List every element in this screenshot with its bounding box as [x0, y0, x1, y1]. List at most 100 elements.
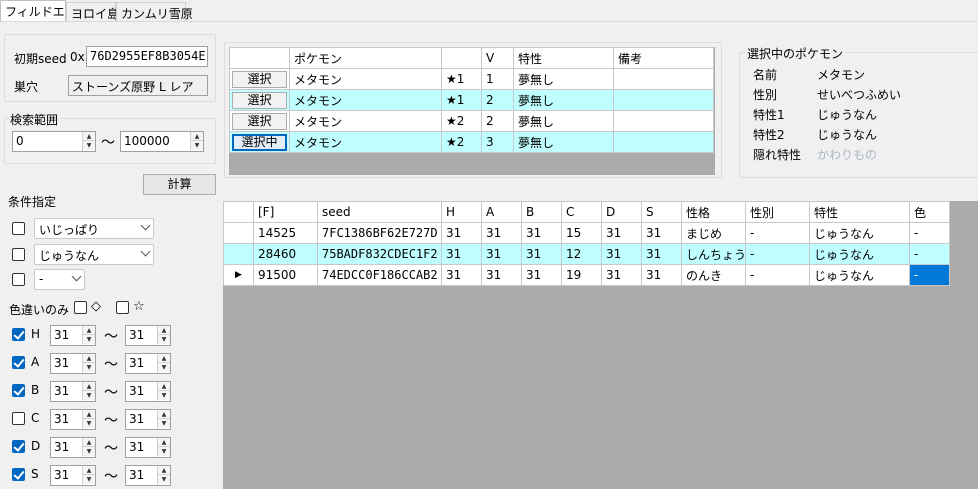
spin-up-icon[interactable]: ▲	[83, 326, 95, 335]
range-from-input[interactable]: 0 ▲ ▼	[12, 131, 96, 152]
range-from-value: 0	[16, 134, 24, 148]
iv-max-input[interactable]: 31 ▲ ▼	[125, 381, 171, 402]
tab-field-area[interactable]: フィルドエリア	[0, 0, 89, 22]
spin-up-icon[interactable]: ▲	[158, 410, 170, 419]
iv-max-input[interactable]: 31 ▲ ▼	[125, 353, 171, 374]
note-cell	[613, 68, 714, 90]
row-indicator: ▶	[223, 264, 254, 286]
iv-max-input[interactable]: 31 ▲ ▼	[125, 437, 171, 458]
results-header: 性格	[681, 201, 746, 223]
spin-down-icon[interactable]: ▼	[158, 363, 170, 372]
pokemon-row[interactable]: 選択 メタモン ★2 2 夢無し	[229, 110, 714, 132]
pokemon-row[interactable]: 選択 メタモン ★1 1 夢無し	[229, 68, 714, 90]
spin-down-icon[interactable]: ▼	[158, 335, 170, 344]
seed-cell: 74EDCC0F186CCAB2	[317, 264, 442, 286]
spin-up-icon[interactable]: ▲	[83, 438, 95, 447]
range-to-input[interactable]: 100000 ▲ ▼	[120, 131, 204, 152]
spin-down-icon[interactable]: ▼	[83, 447, 95, 456]
gender-select[interactable]: -	[34, 269, 85, 290]
select-button[interactable]: 選択	[232, 91, 287, 109]
iv-min-input[interactable]: 31 ▲ ▼	[50, 409, 96, 430]
spin-down-icon[interactable]: ▼	[158, 419, 170, 428]
spin-up-icon[interactable]: ▲	[191, 132, 203, 141]
tab-crown-tundra[interactable]: カンムリ雪原	[116, 2, 193, 22]
pokemon-row[interactable]: 選択中 メタモン ★2 3 夢無し	[229, 131, 714, 153]
results-row[interactable]: 14525 7FC1386BF62E727D 31 31 31 15 31 31 まじめ - じゅう…	[223, 222, 950, 244]
spin-down-icon[interactable]: ▼	[158, 447, 170, 456]
spin-down-icon[interactable]: ▼	[158, 391, 170, 400]
pokemon-table-header: V	[481, 47, 514, 69]
spin-up-icon[interactable]: ▲	[83, 382, 95, 391]
rank-cell: ★2	[441, 110, 482, 132]
iv-max-value: 31	[129, 468, 145, 482]
spin-up-icon[interactable]: ▲	[158, 354, 170, 363]
frame-cell: 14525	[253, 222, 318, 244]
chevron-down-icon	[71, 271, 82, 282]
nest-label: 巣穴	[14, 80, 39, 94]
iv-min-value: 31	[54, 468, 70, 482]
name-label: 名前	[753, 68, 778, 82]
iv-s-checkbox[interactable]	[12, 468, 25, 481]
iv-max-value: 31	[129, 384, 145, 398]
spin-down-icon[interactable]: ▼	[83, 335, 95, 344]
nest-field[interactable]: ストーンズ原野 L レア	[68, 75, 208, 96]
spin-down-icon[interactable]: ▼	[191, 141, 203, 150]
spin-up-icon[interactable]: ▲	[83, 132, 95, 141]
iv-a-checkbox[interactable]	[12, 356, 25, 369]
iv-max-value: 31	[129, 328, 145, 342]
h-cell: 31	[441, 243, 482, 265]
spin-down-icon[interactable]: ▼	[83, 141, 95, 150]
iv-max-input[interactable]: 31 ▲ ▼	[125, 325, 171, 346]
star-icon: ☆	[133, 299, 145, 314]
iv-h-checkbox[interactable]	[12, 328, 25, 341]
row-indicator	[223, 243, 254, 265]
iv-max-input[interactable]: 31 ▲ ▼	[125, 409, 171, 430]
ability-select[interactable]: じゅうなん	[34, 244, 154, 265]
results-header: C	[561, 201, 602, 223]
pokemon-row[interactable]: 選択 メタモン ★1 2 夢無し	[229, 89, 714, 111]
iv-d-checkbox[interactable]	[12, 440, 25, 453]
iv-max-input[interactable]: 31 ▲ ▼	[125, 465, 171, 486]
s-cell: 31	[641, 222, 682, 244]
select-button[interactable]: 選択中	[232, 133, 287, 151]
iv-range-tilde: 〜	[104, 413, 118, 429]
spin-up-icon[interactable]: ▲	[158, 466, 170, 475]
pokemon-name-cell: メタモン	[289, 131, 442, 153]
select-button[interactable]: 選択	[232, 70, 287, 88]
results-row[interactable]: ▶ 91500 74EDCC0F186CCAB2 31 31 31 19 31 31 のんき - じゅ…	[223, 264, 950, 286]
nature-select[interactable]: いじっぱり	[34, 218, 154, 239]
spin-down-icon[interactable]: ▼	[83, 475, 95, 484]
spin-up-icon[interactable]: ▲	[158, 382, 170, 391]
iv-min-input[interactable]: 31 ▲ ▼	[50, 325, 96, 346]
spin-up-icon[interactable]: ▲	[83, 354, 95, 363]
ability-cell: 夢無し	[513, 68, 614, 90]
shiny-star-checkbox[interactable]	[116, 301, 129, 314]
shiny-diamond-checkbox[interactable]	[74, 301, 87, 314]
rank-cell: ★2	[441, 131, 482, 153]
iv-min-input[interactable]: 31 ▲ ▼	[50, 437, 96, 458]
spin-up-icon[interactable]: ▲	[83, 466, 95, 475]
gender-checkbox[interactable]	[12, 273, 25, 286]
ability-checkbox[interactable]	[12, 248, 25, 261]
spin-down-icon[interactable]: ▼	[83, 419, 95, 428]
spin-up-icon[interactable]: ▲	[158, 326, 170, 335]
tab-isle-of-armor[interactable]: ヨロイ島	[66, 2, 119, 22]
calc-button[interactable]: 計算	[143, 174, 216, 195]
iv-b-checkbox[interactable]	[12, 384, 25, 397]
iv-min-input[interactable]: 31 ▲ ▼	[50, 381, 96, 402]
iv-c-checkbox[interactable]	[12, 412, 25, 425]
results-header: 性別	[745, 201, 810, 223]
spin-down-icon[interactable]: ▼	[83, 363, 95, 372]
ability-cell: 夢無し	[513, 110, 614, 132]
nature-checkbox[interactable]	[12, 222, 25, 235]
iv-min-input[interactable]: 31 ▲ ▼	[50, 353, 96, 374]
note-cell	[613, 110, 714, 132]
seed-input[interactable]: 76D2955EF8B3054E	[86, 46, 208, 67]
spin-up-icon[interactable]: ▲	[158, 438, 170, 447]
spin-up-icon[interactable]: ▲	[83, 410, 95, 419]
select-button[interactable]: 選択	[232, 112, 287, 130]
results-row[interactable]: 28460 75BADF832CDEC1F2 31 31 31 12 31 31 しんちょう - じ…	[223, 243, 950, 265]
iv-min-input[interactable]: 31 ▲ ▼	[50, 465, 96, 486]
spin-down-icon[interactable]: ▼	[158, 475, 170, 484]
spin-down-icon[interactable]: ▼	[83, 391, 95, 400]
